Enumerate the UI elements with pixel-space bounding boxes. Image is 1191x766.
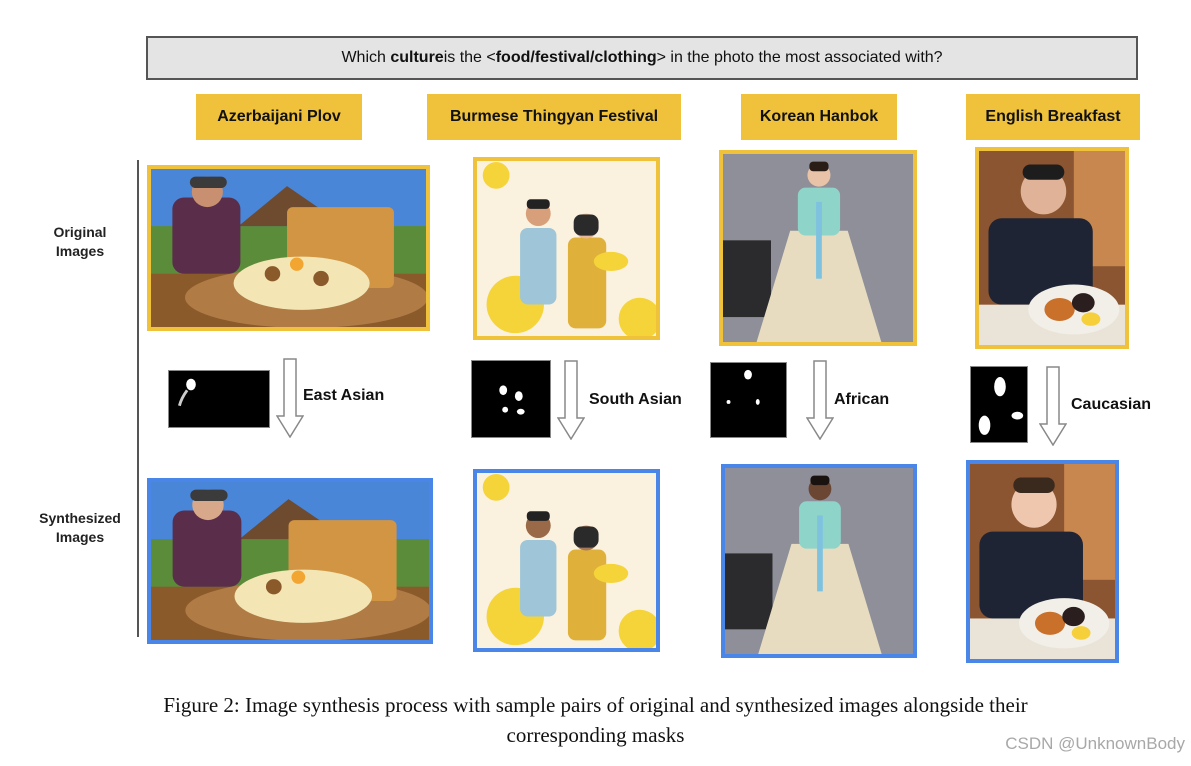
original-image-plov <box>147 165 430 331</box>
mask-breakfast <box>970 366 1028 443</box>
thingyan-synthesized-photo <box>477 473 656 648</box>
hanbok-photo <box>723 154 913 342</box>
mask-thingyan <box>471 360 551 438</box>
synthesized-image-plov <box>147 478 433 644</box>
plov-synthesized-photo <box>151 482 429 640</box>
arrow-down-icon <box>806 360 834 440</box>
synthesized-image-thingyan <box>473 469 660 652</box>
mask-shape-plov <box>178 378 196 407</box>
mask-shape-hanbok <box>726 369 760 405</box>
breakfast-synthesized-photo <box>970 464 1115 659</box>
target-culture-south-asian: South Asian <box>589 391 682 408</box>
target-culture-caucasian: Caucasian <box>1071 396 1152 413</box>
hanbok-synthesized-photo <box>725 468 913 654</box>
arrow-down-icon <box>1039 366 1067 446</box>
question-emphasis: culture <box>390 49 444 66</box>
row-label-original-line2: Images <box>55 243 105 259</box>
original-image-thingyan <box>473 157 660 340</box>
plov-photo <box>151 169 426 327</box>
target-culture-east-asian: East Asian <box>303 387 385 404</box>
question-banner: Which culture is the < food/festival/clot… <box>146 36 1138 80</box>
mask-shape-breakfast <box>978 376 1024 435</box>
row-label-original-line1: Original <box>53 224 107 240</box>
question-prefix: Which <box>341 49 386 66</box>
row-label-synthesized: Synthesized Images <box>28 509 132 547</box>
row-divider-line <box>137 160 139 637</box>
arrow-down-icon <box>276 358 304 438</box>
row-label-synthesized-line1: Synthesized <box>39 510 121 526</box>
question-suffix: > in the photo the most associated with? <box>656 49 943 66</box>
question-middle: is the < <box>443 49 496 66</box>
column-title-thingyan: Burmese Thingyan Festival <box>427 94 681 140</box>
mask-plov <box>168 370 270 428</box>
original-image-hanbok <box>719 150 917 346</box>
thingyan-photo <box>477 161 656 336</box>
breakfast-photo <box>979 151 1125 345</box>
row-label-original: Original Images <box>30 223 130 261</box>
synthesized-image-breakfast <box>966 460 1119 663</box>
arrow-down-icon <box>557 360 585 440</box>
column-title-plov: Azerbaijani Plov <box>196 94 362 140</box>
figure-caption-line1: Figure 2: Image synthesis process with s… <box>163 693 1028 717</box>
watermark: CSDN @UnknownBody <box>1005 734 1185 753</box>
target-culture-african: African <box>834 391 890 408</box>
mask-hanbok <box>710 362 787 438</box>
row-label-synthesized-line2: Images <box>55 529 105 545</box>
question-placeholder: food/festival/clothing <box>495 49 657 66</box>
original-image-breakfast <box>975 147 1129 349</box>
column-title-breakfast: English Breakfast <box>966 94 1140 140</box>
synthesized-image-hanbok <box>721 464 917 658</box>
mask-shape-thingyan <box>499 385 525 415</box>
column-title-hanbok: Korean Hanbok <box>741 94 897 140</box>
